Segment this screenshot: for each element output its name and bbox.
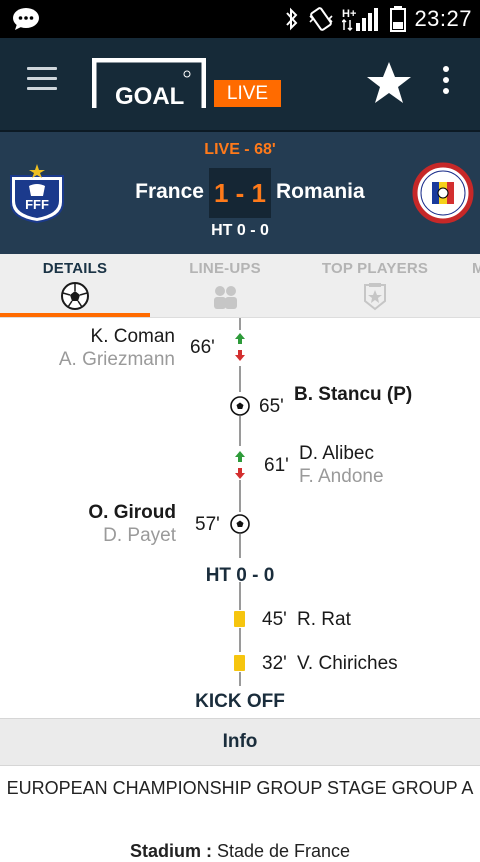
home-team-name[interactable]: France — [135, 180, 204, 204]
event-minute: 65' — [259, 396, 284, 417]
home-team-crest-icon[interactable]: FFF — [7, 162, 67, 224]
info-section-header: Info — [0, 718, 480, 766]
tab-more[interactable]: M — [450, 254, 480, 318]
bluetooth-icon — [286, 7, 298, 31]
goal-scorer-name[interactable]: O. Giroud — [88, 502, 176, 524]
event-minute: 32' — [262, 653, 287, 674]
player-out-name[interactable]: F. Andone — [299, 466, 384, 488]
away-team-crest-icon[interactable] — [412, 162, 474, 224]
booked-player-name[interactable]: V. Chiriches — [297, 653, 398, 675]
active-tab-indicator — [0, 313, 150, 317]
live-badge: LIVE — [214, 80, 281, 107]
timeline-line — [239, 534, 241, 558]
network-type: H+ — [342, 8, 356, 20]
message-icon — [13, 8, 39, 30]
event-minute: 57' — [195, 514, 220, 535]
match-timeline: K. Coman A. Griezmann 66' 65' B. Stancu … — [0, 318, 480, 718]
player-out-name[interactable]: A. Griezmann — [59, 349, 175, 371]
top-player-badge-icon — [364, 283, 386, 311]
tab-details-label: DETAILS — [42, 260, 108, 277]
svg-text:GOAL: GOAL — [115, 83, 184, 108]
stadium-label: Stadium : — [129, 841, 212, 861]
tab-bar: DETAILS LINE-UPS TOP PLAYERS M — [0, 254, 480, 318]
timeline-line — [239, 366, 241, 392]
players-icon — [214, 286, 237, 309]
clock: 23:27 — [414, 6, 472, 31]
tab-more-label: M — [472, 260, 480, 277]
stadium-info: Stadium : Stade de France — [0, 841, 480, 862]
timeline-line — [239, 628, 241, 652]
favorite-star-icon[interactable] — [366, 60, 412, 106]
away-team-name[interactable]: Romania — [276, 180, 365, 204]
competition-name: EUROPEAN CHAMPIONSHIP GROUP STAGE GROUP … — [6, 778, 474, 798]
battery-icon — [390, 6, 407, 32]
player-in-name[interactable]: D. Alibec — [299, 443, 374, 465]
kick-off-marker: KICK OFF — [195, 691, 285, 712]
booked-player-name[interactable]: R. Rat — [297, 609, 351, 631]
signal-icon: H+ — [342, 8, 379, 32]
stadium-value: Stade de France — [216, 841, 351, 861]
player-in-name[interactable]: K. Coman — [91, 326, 175, 348]
tab-top-players-label: TOP PLAYERS — [321, 260, 429, 277]
app-bar: GOAL LIVE — [0, 38, 480, 130]
svg-text:FFF: FFF — [25, 197, 49, 212]
half-time-marker: HT 0 - 0 — [205, 565, 275, 586]
tab-top-players[interactable]: TOP PLAYERS — [300, 254, 450, 318]
half-time-score: HT 0 - 0 — [211, 222, 269, 239]
event-minute: 45' — [262, 609, 287, 630]
tab-details[interactable]: DETAILS — [0, 254, 150, 318]
overflow-menu-icon[interactable] — [441, 66, 451, 98]
event-minute: 66' — [190, 337, 215, 358]
match-status: LIVE - 68' — [204, 141, 276, 158]
goal-ball-icon — [230, 396, 250, 416]
timeline-line — [239, 416, 241, 446]
soccer-ball-icon — [61, 282, 89, 310]
assist-name[interactable]: D. Payet — [103, 525, 176, 547]
event-minute: 61' — [264, 455, 289, 476]
tab-line-ups[interactable]: LINE-UPS — [150, 254, 300, 318]
vibrate-icon — [309, 7, 334, 31]
tab-line-ups-label: LINE-UPS — [189, 260, 261, 277]
status-bar: H+ 23:27 — [0, 0, 480, 38]
score: 1 - 1 — [209, 168, 271, 218]
yellow-card-icon — [234, 655, 245, 671]
substitution-icon — [235, 451, 245, 479]
goal-ball-icon — [230, 514, 250, 534]
timeline-line — [239, 672, 241, 686]
goal-scorer-name[interactable]: B. Stancu (P) — [294, 384, 412, 406]
menu-icon[interactable] — [27, 67, 57, 91]
timeline-line — [239, 480, 241, 512]
timeline-line — [239, 318, 241, 330]
match-header: LIVE - 68' FFF France 1 - 1 Romania HT 0… — [0, 132, 480, 254]
yellow-card-icon — [234, 611, 245, 627]
goal-logo: GOAL — [92, 58, 206, 108]
substitution-icon — [235, 333, 245, 361]
